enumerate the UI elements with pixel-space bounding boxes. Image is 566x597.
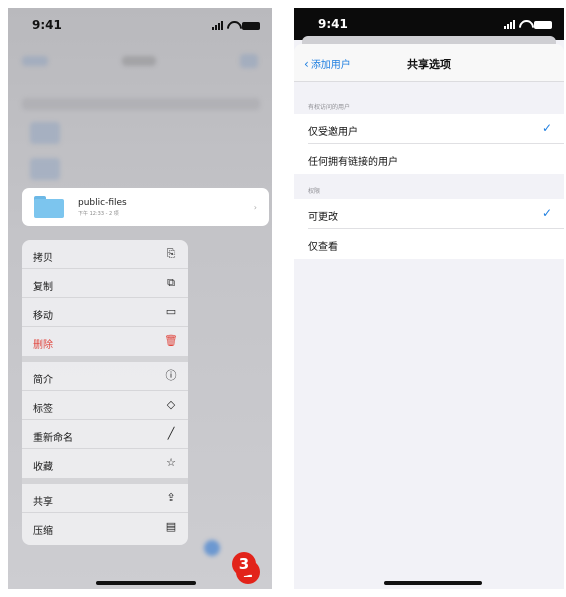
menu-item-label: 拷贝	[33, 253, 53, 264]
menu-item-share[interactable]: 共享 ⇪	[22, 484, 188, 513]
folder-icon	[34, 196, 64, 218]
menu-item-rename[interactable]: 重新命名 ╱	[22, 420, 188, 449]
menu-item-duplicate[interactable]: 复制 ⧉	[22, 269, 188, 298]
menu-item-favorite[interactable]: 收藏 ☆	[22, 449, 188, 478]
blurred-folder	[30, 122, 60, 144]
menu-item-copy[interactable]: 拷贝 ⎘	[22, 240, 188, 269]
cellular-signal-icon	[212, 21, 223, 30]
checkmark-icon: ✓	[541, 121, 552, 135]
menu-item-label: 简介	[33, 375, 53, 386]
status-time: 9:41	[32, 18, 62, 32]
option-label: 任何拥有链接的用户	[308, 157, 398, 168]
menu-item-delete[interactable]: 删除 🗑	[22, 327, 188, 356]
menu-item-move[interactable]: 移动 ▭	[22, 298, 188, 327]
menu-item-tag[interactable]: 标签 ◇	[22, 391, 188, 420]
menu-item-label: 重新命名	[33, 433, 73, 444]
menu-item-info[interactable]: 简介 ⓘ	[22, 362, 188, 391]
step-badge: 3	[232, 552, 256, 576]
archive-icon: ▤	[165, 520, 177, 533]
right-phone-screen: 9:41 ‹ 添加用户 共享选项 有权访问的用户 仅受邀用户 ✓ 任何拥有链接的用…	[294, 8, 564, 589]
blurred-folder	[30, 158, 60, 180]
status-bar: 9:41	[8, 8, 272, 42]
status-icons	[212, 20, 260, 30]
context-menu: 拷贝 ⎘ 复制 ⧉ 移动 ▭ 删除 🗑 简介 ⓘ 标签 ◇ 重新命名 ╱ 收藏	[22, 240, 188, 545]
folder-icon: ▭	[165, 305, 177, 318]
file-name: public-files	[78, 198, 127, 208]
menu-item-label: 删除	[33, 340, 53, 351]
option-label: 可更改	[308, 212, 338, 223]
info-icon: ⓘ	[165, 369, 177, 382]
menu-item-label: 复制	[33, 282, 53, 293]
menu-item-label: 压缩	[33, 526, 53, 537]
menu-item-label: 收藏	[33, 462, 53, 473]
status-time: 9:41	[318, 17, 348, 31]
left-phone-screen: 9:41 public-files 下午 12:33 - 2 项 › 拷贝 ⎘ …	[8, 8, 272, 589]
blurred-search	[22, 98, 260, 110]
menu-item-compress[interactable]: 压缩 ▤	[22, 513, 188, 542]
home-indicator[interactable]	[384, 581, 482, 585]
pencil-icon: ╱	[167, 427, 175, 440]
tag-icon: ◇	[166, 398, 176, 411]
section-header-access: 有权访问的用户	[308, 104, 351, 111]
share-icon: ⇪	[166, 491, 176, 504]
cellular-signal-icon	[504, 20, 515, 29]
blurred-title	[122, 56, 156, 66]
option-label: 仅受邀用户	[308, 127, 358, 138]
wifi-icon	[519, 20, 530, 29]
option-view-only[interactable]: 仅查看	[294, 229, 564, 259]
checkmark-icon: ✓	[541, 206, 552, 220]
battery-icon	[534, 21, 552, 29]
sheet-underlay	[302, 36, 556, 44]
blurred-fab	[204, 540, 220, 556]
duplicate-icon: ⧉	[167, 276, 175, 289]
chevron-right-icon: ›	[253, 203, 257, 212]
blurred-action	[240, 54, 258, 68]
blurred-back-button	[22, 56, 48, 66]
wifi-icon	[227, 21, 238, 30]
option-can-change[interactable]: 可更改 ✓	[294, 199, 564, 229]
battery-icon	[242, 22, 260, 30]
file-meta: 下午 12:33 - 2 项	[78, 211, 119, 217]
menu-item-label: 移动	[33, 311, 53, 322]
status-icons	[504, 19, 552, 29]
copy-icon: ⎘	[166, 247, 176, 260]
menu-item-label: 共享	[33, 497, 53, 508]
star-icon: ☆	[166, 456, 176, 469]
home-indicator[interactable]	[96, 581, 196, 585]
option-invited-only[interactable]: 仅受邀用户 ✓	[294, 114, 564, 144]
trash-icon: 🗑	[164, 334, 178, 347]
option-anyone-with-link[interactable]: 任何拥有链接的用户	[294, 144, 564, 174]
navigation-bar: ‹ 添加用户 共享选项	[294, 44, 564, 82]
section-header-permission: 权限	[308, 188, 321, 195]
page-title: 共享选项	[407, 58, 451, 71]
option-label: 仅查看	[308, 242, 338, 253]
menu-item-label: 标签	[33, 404, 53, 415]
file-preview-card[interactable]: public-files 下午 12:33 - 2 项 ›	[22, 188, 269, 226]
